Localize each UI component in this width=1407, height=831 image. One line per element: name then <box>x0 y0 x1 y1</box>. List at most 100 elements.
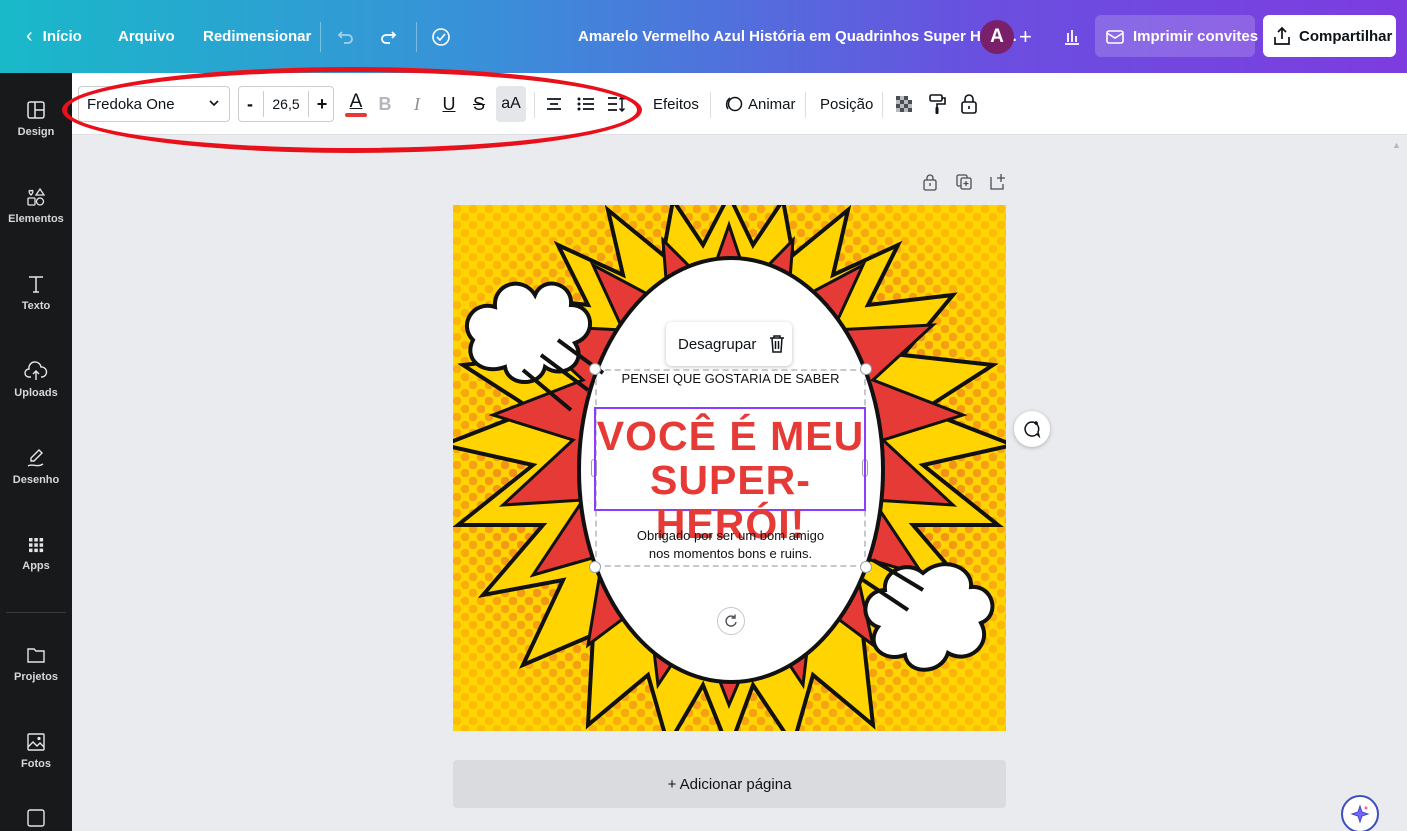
decrease-font-size-button[interactable]: - <box>239 87 261 121</box>
print-invites-button[interactable]: Imprimir convites <box>1095 15 1259 57</box>
increase-font-size-button[interactable]: + <box>311 87 333 121</box>
transparency-icon[interactable] <box>892 86 916 122</box>
headline-line-1[interactable]: VOCÊ É MEU <box>595 414 866 458</box>
print-invites-label: Imprimir convites <box>1133 27 1259 45</box>
undo-icon[interactable] <box>336 0 356 73</box>
left-sidebar: Design Elementos Texto Uploads Desenho A… <box>0 73 72 831</box>
chevron-down-icon <box>207 93 221 117</box>
draw-icon <box>27 448 44 467</box>
ungroup-button[interactable]: Desagrupar <box>678 336 756 353</box>
text-color-button[interactable]: A <box>342 86 370 122</box>
toolbar-divider <box>805 92 806 118</box>
resize-handle[interactable] <box>860 561 872 573</box>
trash-icon[interactable] <box>768 334 786 354</box>
avatar[interactable]: A <box>980 20 1014 54</box>
menu-file[interactable]: Arquivo <box>118 0 175 73</box>
comment-icon <box>1024 421 1041 439</box>
sidebar-item-apps[interactable]: Apps <box>0 518 72 588</box>
sidebar-divider <box>6 612 66 613</box>
text-color-swatch <box>345 112 367 117</box>
envelope-icon <box>1105 26 1125 46</box>
sidebar-item-elements[interactable]: Elementos <box>0 170 72 240</box>
add-comment-button[interactable] <box>1014 411 1050 447</box>
align-center-icon[interactable] <box>542 86 566 122</box>
letter-case-button[interactable]: aA <box>496 86 526 122</box>
sidebar-item-uploads[interactable]: Uploads <box>0 344 72 414</box>
resize-handle[interactable] <box>589 561 601 573</box>
sidebar-item-more[interactable] <box>0 798 72 831</box>
sidebar-item-label: Elementos <box>8 212 64 225</box>
strikethrough-button[interactable]: S <box>468 86 490 122</box>
upload-icon <box>24 360 48 380</box>
sidebar-item-projects[interactable]: Projetos <box>0 628 72 698</box>
font-family-value: Fredoka One <box>87 95 175 113</box>
spacing-icon[interactable] <box>604 86 628 122</box>
sidebar-item-label: Design <box>17 125 55 138</box>
cloud-saved-icon[interactable] <box>430 0 452 73</box>
position-button[interactable]: Posição <box>820 86 873 122</box>
add-page-icon[interactable] <box>988 172 1008 192</box>
animate-button[interactable]: Animar <box>724 86 796 122</box>
rotate-icon <box>725 614 737 627</box>
apps-icon <box>29 537 44 552</box>
text-format-toolbar: Fredoka One - 26,5 + A B I U S aA Efeito… <box>72 73 1407 135</box>
font-size-stepper: - 26,5 + <box>238 86 334 122</box>
scroll-up-arrow[interactable]: ▲ <box>1392 140 1401 150</box>
underline-button[interactable]: U <box>438 86 460 122</box>
document-title[interactable]: Amarelo Vermelho Azul História em Quadri… <box>578 0 1017 73</box>
text-icon <box>29 275 43 293</box>
sidebar-item-label: Projetos <box>13 670 58 683</box>
design-icon <box>27 100 45 119</box>
sparkle-icon <box>1350 804 1370 824</box>
share-label: Compartilhar <box>1299 27 1393 45</box>
font-family-select[interactable]: Fredoka One <box>78 86 230 122</box>
bold-button[interactable]: B <box>374 86 396 122</box>
font-size-input[interactable]: 26,5 <box>263 91 309 117</box>
rotate-handle[interactable] <box>717 607 745 635</box>
photo-icon <box>27 732 45 751</box>
sidebar-item-draw[interactable]: Desenho <box>0 431 72 501</box>
page-actions <box>920 172 1008 192</box>
add-page-button[interactable]: + Adicionar página <box>453 760 1006 808</box>
insights-icon[interactable] <box>1062 0 1082 73</box>
ungroup-toolbar: Desagrupar <box>666 322 792 366</box>
animate-label: Animar <box>748 95 796 113</box>
paint-roller-icon[interactable] <box>925 86 949 122</box>
elements-icon <box>27 187 46 206</box>
toolbar-divider <box>882 92 883 118</box>
sidebar-item-photos[interactable]: Fotos <box>0 715 72 785</box>
magic-assistant-button[interactable] <box>1341 795 1379 831</box>
chevron-left-icon: ‹ <box>26 25 33 47</box>
text-line-top[interactable]: PENSEI QUE GOSTARIA DE SABER <box>595 371 866 386</box>
italic-button[interactable]: I <box>406 86 428 122</box>
toolbar-divider <box>710 92 711 118</box>
back-home-label: Início <box>42 28 82 45</box>
top-bar: ‹ Início Arquivo Redimensionar Amarelo V… <box>0 0 1407 73</box>
sidebar-item-label: Uploads <box>14 386 58 399</box>
menu-resize[interactable]: Redimensionar <box>203 0 311 73</box>
add-collaborator-icon[interactable]: + <box>1019 0 1032 73</box>
body-line-1[interactable]: Obrigado por ser um bom amigo <box>595 528 866 543</box>
sidebar-item-label: Desenho <box>12 473 60 486</box>
sidebar-item-text[interactable]: Texto <box>0 257 72 327</box>
lock-page-icon[interactable] <box>920 172 940 192</box>
duplicate-page-icon[interactable] <box>954 172 974 192</box>
back-home-button[interactable]: ‹ Início <box>26 0 82 73</box>
more-tools-icon <box>27 809 45 827</box>
lock-icon[interactable] <box>957 86 981 122</box>
sidebar-item-label: Texto <box>21 299 51 312</box>
share-icon <box>1271 25 1293 47</box>
folder-icon <box>27 647 45 663</box>
body-line-2[interactable]: nos momentos bons e ruins. <box>595 546 866 561</box>
redo-icon[interactable] <box>378 0 398 73</box>
topbar-divider <box>320 22 321 52</box>
list-icon[interactable] <box>574 86 598 122</box>
share-button[interactable]: Compartilhar <box>1263 15 1396 57</box>
sidebar-item-label: Fotos <box>21 757 51 770</box>
topbar-divider <box>416 22 417 52</box>
toolbar-divider <box>534 92 535 118</box>
effects-button[interactable]: Efeitos <box>653 86 699 122</box>
sidebar-item-label: Apps <box>22 559 50 572</box>
sidebar-item-design[interactable]: Design <box>0 83 72 153</box>
animate-icon <box>724 94 744 114</box>
